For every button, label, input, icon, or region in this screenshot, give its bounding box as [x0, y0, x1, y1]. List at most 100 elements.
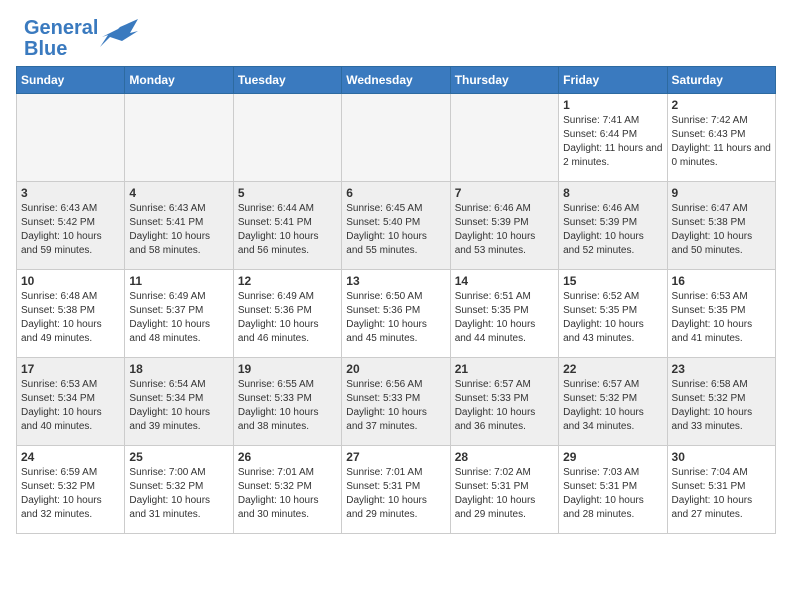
sunrise-label: Sunrise: 6:50 AM	[346, 291, 422, 302]
day-cell: 5 Sunrise: 6:44 AM Sunset: 5:41 PM Dayli…	[233, 182, 341, 270]
sunrise-label: Sunrise: 6:49 AM	[238, 291, 314, 302]
daylight-label: Daylight: 10 hours and 30 minutes.	[238, 495, 319, 520]
sunrise-label: Sunrise: 7:01 AM	[238, 467, 314, 478]
daylight-label: Daylight: 10 hours and 34 minutes.	[563, 407, 644, 432]
week-row-5: 24 Sunrise: 6:59 AM Sunset: 5:32 PM Dayl…	[17, 446, 776, 534]
day-info: Sunrise: 6:54 AM Sunset: 5:34 PM Dayligh…	[129, 378, 228, 434]
day-cell: 28 Sunrise: 7:02 AM Sunset: 5:31 PM Dayl…	[450, 446, 558, 534]
day-number: 24	[21, 450, 120, 464]
sunset-label: Sunset: 5:35 PM	[455, 305, 529, 316]
day-number: 12	[238, 274, 337, 288]
sunset-label: Sunset: 5:32 PM	[21, 481, 95, 492]
day-number: 23	[672, 362, 771, 376]
sunset-label: Sunset: 5:39 PM	[455, 217, 529, 228]
sunrise-label: Sunrise: 7:03 AM	[563, 467, 639, 478]
day-number: 20	[346, 362, 445, 376]
day-number: 26	[238, 450, 337, 464]
daylight-label: Daylight: 10 hours and 39 minutes.	[129, 407, 210, 432]
daylight-label: Daylight: 10 hours and 32 minutes.	[21, 495, 102, 520]
day-cell: 26 Sunrise: 7:01 AM Sunset: 5:32 PM Dayl…	[233, 446, 341, 534]
daylight-label: Daylight: 10 hours and 52 minutes.	[563, 231, 644, 256]
day-info: Sunrise: 6:55 AM Sunset: 5:33 PM Dayligh…	[238, 378, 337, 434]
day-cell	[17, 94, 125, 182]
day-number: 11	[129, 274, 228, 288]
sunset-label: Sunset: 5:32 PM	[672, 393, 746, 404]
day-info: Sunrise: 6:49 AM Sunset: 5:36 PM Dayligh…	[238, 290, 337, 346]
day-info: Sunrise: 6:43 AM Sunset: 5:42 PM Dayligh…	[21, 202, 120, 258]
day-number: 17	[21, 362, 120, 376]
day-header-sunday: Sunday	[17, 67, 125, 94]
sunrise-label: Sunrise: 7:00 AM	[129, 467, 205, 478]
sunrise-label: Sunrise: 6:54 AM	[129, 379, 205, 390]
day-info: Sunrise: 6:43 AM Sunset: 5:41 PM Dayligh…	[129, 202, 228, 258]
day-number: 14	[455, 274, 554, 288]
sunset-label: Sunset: 5:34 PM	[129, 393, 203, 404]
day-info: Sunrise: 6:59 AM Sunset: 5:32 PM Dayligh…	[21, 466, 120, 522]
day-cell: 30 Sunrise: 7:04 AM Sunset: 5:31 PM Dayl…	[667, 446, 775, 534]
day-cell: 9 Sunrise: 6:47 AM Sunset: 5:38 PM Dayli…	[667, 182, 775, 270]
day-info: Sunrise: 7:04 AM Sunset: 5:31 PM Dayligh…	[672, 466, 771, 522]
day-info: Sunrise: 6:50 AM Sunset: 5:36 PM Dayligh…	[346, 290, 445, 346]
sunset-label: Sunset: 5:31 PM	[346, 481, 420, 492]
day-headers-row: SundayMondayTuesdayWednesdayThursdayFrid…	[17, 67, 776, 94]
day-cell: 4 Sunrise: 6:43 AM Sunset: 5:41 PM Dayli…	[125, 182, 233, 270]
day-number: 15	[563, 274, 662, 288]
logo-bird-icon	[100, 19, 138, 51]
sunrise-label: Sunrise: 6:52 AM	[563, 291, 639, 302]
daylight-label: Daylight: 10 hours and 43 minutes.	[563, 319, 644, 344]
day-number: 4	[129, 186, 228, 200]
day-number: 27	[346, 450, 445, 464]
day-info: Sunrise: 7:01 AM Sunset: 5:31 PM Dayligh…	[346, 466, 445, 522]
day-info: Sunrise: 7:02 AM Sunset: 5:31 PM Dayligh…	[455, 466, 554, 522]
week-row-3: 10 Sunrise: 6:48 AM Sunset: 5:38 PM Dayl…	[17, 270, 776, 358]
sunrise-label: Sunrise: 6:43 AM	[129, 203, 205, 214]
daylight-label: Daylight: 10 hours and 53 minutes.	[455, 231, 536, 256]
day-cell: 6 Sunrise: 6:45 AM Sunset: 5:40 PM Dayli…	[342, 182, 450, 270]
daylight-label: Daylight: 10 hours and 29 minutes.	[346, 495, 427, 520]
sunrise-label: Sunrise: 6:45 AM	[346, 203, 422, 214]
day-info: Sunrise: 7:00 AM Sunset: 5:32 PM Dayligh…	[129, 466, 228, 522]
day-cell	[450, 94, 558, 182]
day-cell: 1 Sunrise: 7:41 AM Sunset: 6:44 PM Dayli…	[559, 94, 667, 182]
calendar-table: SundayMondayTuesdayWednesdayThursdayFrid…	[16, 66, 776, 534]
sunset-label: Sunset: 5:34 PM	[21, 393, 95, 404]
day-number: 29	[563, 450, 662, 464]
page-container: General Blue SundayMondayTuesdayWednesda…	[0, 0, 792, 550]
day-header-thursday: Thursday	[450, 67, 558, 94]
day-info: Sunrise: 6:58 AM Sunset: 5:32 PM Dayligh…	[672, 378, 771, 434]
sunset-label: Sunset: 5:39 PM	[563, 217, 637, 228]
sunrise-label: Sunrise: 7:02 AM	[455, 467, 531, 478]
day-info: Sunrise: 6:44 AM Sunset: 5:41 PM Dayligh…	[238, 202, 337, 258]
day-number: 7	[455, 186, 554, 200]
day-cell: 14 Sunrise: 6:51 AM Sunset: 5:35 PM Dayl…	[450, 270, 558, 358]
day-cell	[233, 94, 341, 182]
day-number: 9	[672, 186, 771, 200]
sunrise-label: Sunrise: 6:44 AM	[238, 203, 314, 214]
daylight-label: Daylight: 10 hours and 44 minutes.	[455, 319, 536, 344]
sunset-label: Sunset: 5:35 PM	[563, 305, 637, 316]
day-cell: 13 Sunrise: 6:50 AM Sunset: 5:36 PM Dayl…	[342, 270, 450, 358]
sunset-label: Sunset: 5:42 PM	[21, 217, 95, 228]
day-cell: 23 Sunrise: 6:58 AM Sunset: 5:32 PM Dayl…	[667, 358, 775, 446]
day-cell: 19 Sunrise: 6:55 AM Sunset: 5:33 PM Dayl…	[233, 358, 341, 446]
day-info: Sunrise: 6:46 AM Sunset: 5:39 PM Dayligh…	[455, 202, 554, 258]
sunrise-label: Sunrise: 6:51 AM	[455, 291, 531, 302]
daylight-label: Daylight: 11 hours and 0 minutes.	[672, 143, 771, 168]
daylight-label: Daylight: 10 hours and 55 minutes.	[346, 231, 427, 256]
day-number: 5	[238, 186, 337, 200]
day-info: Sunrise: 6:57 AM Sunset: 5:33 PM Dayligh…	[455, 378, 554, 434]
sunset-label: Sunset: 5:33 PM	[455, 393, 529, 404]
day-header-tuesday: Tuesday	[233, 67, 341, 94]
sunrise-label: Sunrise: 6:57 AM	[455, 379, 531, 390]
day-cell: 21 Sunrise: 6:57 AM Sunset: 5:33 PM Dayl…	[450, 358, 558, 446]
day-number: 3	[21, 186, 120, 200]
sunrise-label: Sunrise: 6:46 AM	[455, 203, 531, 214]
day-info: Sunrise: 6:47 AM Sunset: 5:38 PM Dayligh…	[672, 202, 771, 258]
day-cell: 29 Sunrise: 7:03 AM Sunset: 5:31 PM Dayl…	[559, 446, 667, 534]
day-cell: 20 Sunrise: 6:56 AM Sunset: 5:33 PM Dayl…	[342, 358, 450, 446]
sunset-label: Sunset: 5:32 PM	[129, 481, 203, 492]
day-info: Sunrise: 6:45 AM Sunset: 5:40 PM Dayligh…	[346, 202, 445, 258]
logo: General Blue	[24, 18, 138, 60]
day-info: Sunrise: 6:53 AM Sunset: 5:34 PM Dayligh…	[21, 378, 120, 434]
day-number: 28	[455, 450, 554, 464]
